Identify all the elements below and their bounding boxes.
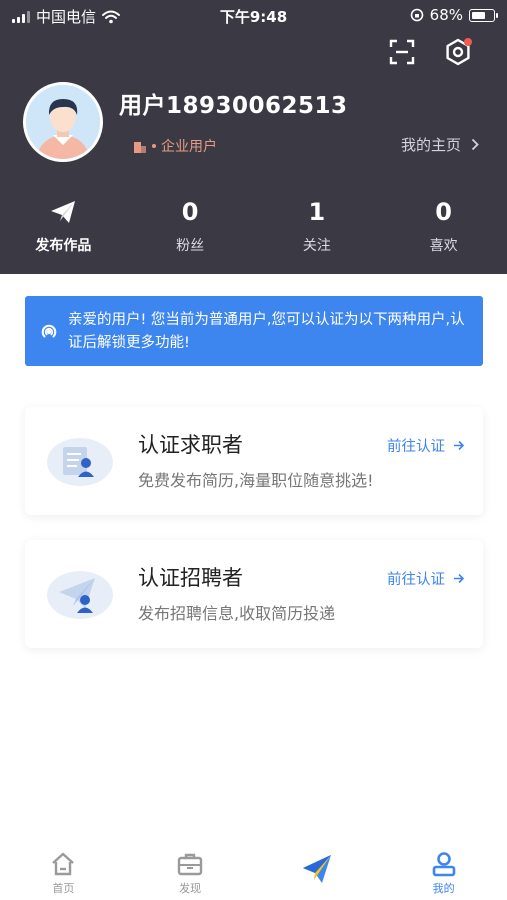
stat-label: 喜欢 bbox=[429, 238, 458, 254]
scan-icon[interactable] bbox=[386, 36, 418, 68]
profile-header: 中国电信 下午9:48 68% 用户18930062513 企业用户 我的主页 … bbox=[0, 0, 507, 274]
tab-label: 首页 bbox=[52, 882, 75, 895]
recruiter-icon bbox=[47, 571, 113, 619]
settings-button[interactable] bbox=[442, 36, 474, 68]
home-icon bbox=[52, 852, 75, 876]
card-title: 认证求职者 bbox=[138, 433, 243, 457]
go-verify-label: 前往认证 bbox=[387, 439, 445, 455]
battery-icon bbox=[469, 8, 498, 22]
resume-icon bbox=[47, 438, 113, 486]
battery-percent: 68% bbox=[429, 6, 463, 24]
separator-dot bbox=[152, 144, 156, 148]
card-title: 认证招聘者 bbox=[138, 566, 243, 590]
orientation-lock-icon bbox=[410, 8, 423, 22]
my-homepage-link[interactable]: 我的主页 bbox=[401, 134, 479, 155]
tab-home[interactable]: 首页 bbox=[0, 845, 127, 900]
tab-label: 发现 bbox=[179, 882, 202, 895]
tab-label: 我的 bbox=[432, 882, 455, 895]
briefcase-icon bbox=[177, 853, 203, 876]
arrow-right-icon bbox=[454, 440, 465, 451]
card-description: 发布招聘信息,收取简历投递 bbox=[138, 604, 336, 623]
notice-text: 亲爱的用户! 您当前为普通用户,您可以认证为以下两种用户,认证后解锁更多功能! bbox=[68, 312, 465, 351]
go-verify-link[interactable]: 前往认证 bbox=[387, 568, 465, 589]
card-description: 免费发布简历,海量职位随意挑选! bbox=[138, 471, 374, 490]
notification-dot bbox=[464, 38, 472, 46]
tab-discover[interactable]: 发现 bbox=[127, 845, 254, 900]
stat-value: 0 bbox=[181, 198, 199, 226]
stat-label: 粉丝 bbox=[176, 238, 205, 254]
status-right: 68% bbox=[410, 6, 498, 24]
chevron-right-icon bbox=[471, 138, 479, 151]
stat-value: 1 bbox=[308, 198, 326, 226]
paper-plane-icon bbox=[302, 855, 331, 883]
verification-notice: 亲爱的用户! 您当前为普通用户,您可以认证为以下两种用户,认证后解锁更多功能! bbox=[25, 296, 483, 366]
go-verify-link[interactable]: 前往认证 bbox=[387, 435, 465, 456]
card-verify-recruiter[interactable]: 认证招聘者 发布招聘信息,收取简历投递 前往认证 bbox=[25, 540, 483, 648]
building-icon bbox=[134, 141, 146, 153]
card-verify-job-seeker[interactable]: 认证求职者 免费发布简历,海量职位随意挑选! 前往认证 bbox=[25, 407, 483, 515]
stat-value: 0 bbox=[435, 198, 452, 226]
stat-label: 关注 bbox=[302, 238, 331, 254]
status-bar: 中国电信 下午9:48 68% bbox=[0, 0, 507, 30]
stat-following[interactable]: 1 关注 bbox=[254, 195, 381, 265]
user-icon bbox=[432, 852, 455, 877]
avatar[interactable] bbox=[23, 82, 103, 162]
bottom-tab-bar: 首页 发现 我的 bbox=[0, 845, 507, 900]
stat-publish-works[interactable]: 发布作品 bbox=[0, 195, 127, 265]
broadcast-icon bbox=[41, 324, 57, 338]
tab-mine[interactable]: 我的 bbox=[380, 845, 507, 900]
stats-row: 发布作品 0 粉丝 1 关注 0 喜欢 bbox=[0, 195, 507, 265]
arrow-right-icon bbox=[454, 573, 465, 584]
stat-likes[interactable]: 0 喜欢 bbox=[380, 195, 507, 265]
paper-plane-icon bbox=[51, 201, 76, 223]
tab-publish[interactable] bbox=[254, 845, 381, 900]
my-homepage-label: 我的主页 bbox=[400, 136, 461, 154]
go-verify-label: 前往认证 bbox=[387, 572, 445, 588]
stat-label: 发布作品 bbox=[35, 238, 92, 254]
user-type-badge: 企业用户 bbox=[133, 136, 217, 156]
avatar-image bbox=[26, 85, 100, 159]
user-type-label: 企业用户 bbox=[161, 139, 217, 155]
username: 用户18930062513 bbox=[119, 93, 348, 119]
stat-fans[interactable]: 0 粉丝 bbox=[127, 195, 254, 265]
